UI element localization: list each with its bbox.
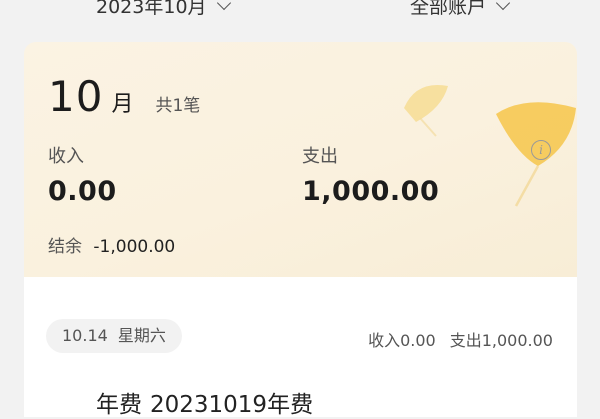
income-label: 收入 bbox=[48, 146, 84, 167]
day-expense: 支出1,000.00 bbox=[449, 331, 553, 350]
income-value: 0.00 bbox=[48, 176, 117, 207]
top-filter-bar: 2023年10月 全部账户 bbox=[0, 0, 600, 30]
info-icon[interactable]: i bbox=[531, 140, 551, 160]
expense-label: 支出 bbox=[302, 146, 338, 167]
expense-value: 1,000.00 bbox=[302, 176, 440, 207]
balance-row: 结余 -1,000.00 bbox=[48, 232, 175, 257]
monthly-summary-card: 10 月 共1笔 收入 0.00 支出 1,000.00 i 结余 -1,000… bbox=[24, 42, 577, 277]
day-income: 收入0.00 bbox=[368, 331, 436, 350]
balance-label: 结余 bbox=[48, 237, 82, 257]
month-filter-dropdown[interactable]: 2023年10月 bbox=[96, 0, 231, 19]
month-unit: 月 bbox=[111, 92, 134, 117]
transaction-list: 10.14 星期六 收入0.00 支出1,000.00 年费 20231019年… bbox=[24, 277, 577, 419]
account-filter-dropdown[interactable]: 全部账户 bbox=[410, 0, 511, 19]
day-date: 10.14 bbox=[62, 326, 108, 345]
month-heading: 10 月 共1笔 bbox=[48, 72, 200, 121]
day-weekday: 星期六 bbox=[117, 326, 166, 345]
record-count: 共1笔 bbox=[155, 96, 201, 116]
entry-note: 20231019年费 bbox=[150, 392, 314, 418]
balance-value: -1,000.00 bbox=[93, 237, 176, 257]
month-number: 10 bbox=[48, 72, 104, 121]
ginkgo-leaf-icon bbox=[404, 84, 448, 137]
month-filter-label: 2023年10月 bbox=[96, 0, 207, 18]
entry-title: 年费 bbox=[96, 392, 142, 418]
day-totals: 收入0.00 支出1,000.00 bbox=[368, 327, 553, 351]
day-date-pill: 10.14 星期六 bbox=[46, 319, 182, 353]
account-filter-label: 全部账户 bbox=[410, 0, 487, 18]
chevron-down-icon bbox=[216, 0, 231, 10]
chevron-down-icon bbox=[495, 0, 511, 10]
list-item[interactable]: 年费 20231019年费 bbox=[96, 385, 313, 419]
